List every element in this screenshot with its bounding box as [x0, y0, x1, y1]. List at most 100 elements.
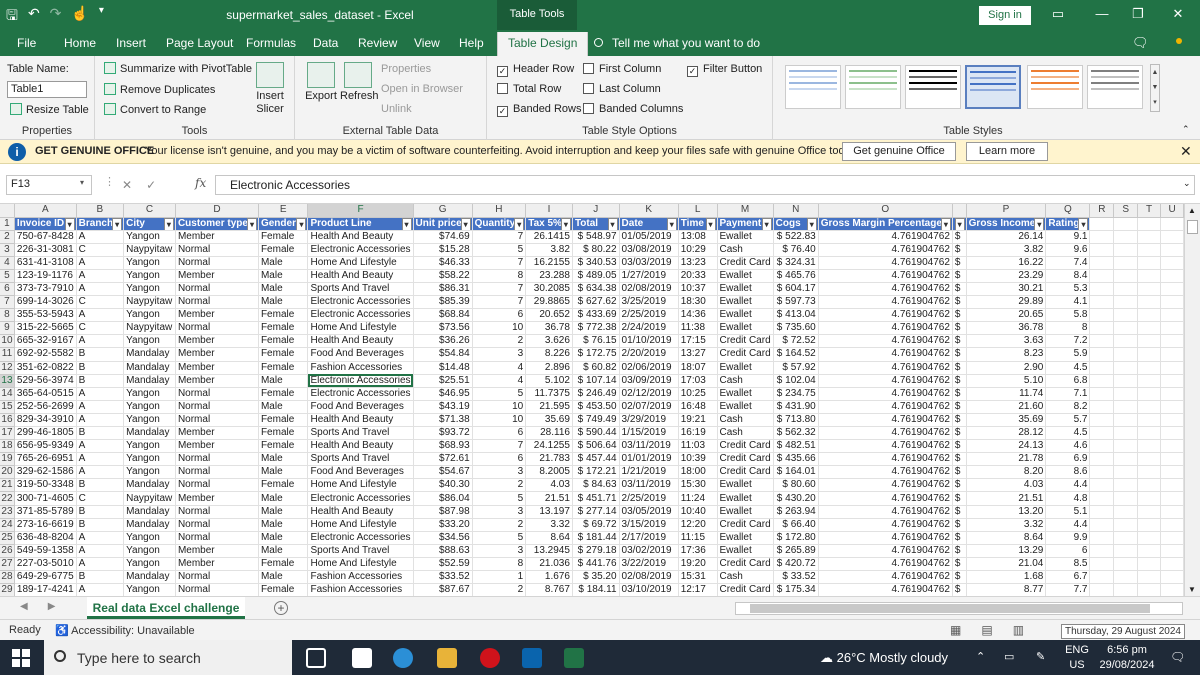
pivot-button[interactable]: Summarize with PivotTable	[104, 62, 252, 75]
table-cell[interactable]: $ 772.38	[572, 321, 620, 336]
empty-cell[interactable]	[1089, 531, 1115, 545]
table-cell[interactable]: 4.761904762	[818, 308, 953, 323]
table-cell[interactable]: Normal	[175, 256, 259, 270]
table-cell[interactable]: 4.761904762	[818, 347, 953, 362]
empty-cell[interactable]	[1137, 282, 1162, 297]
insert-function-icon[interactable]: fx	[195, 176, 206, 190]
weather-widget[interactable]: ☁ 26°C Mostly cloudy	[820, 650, 948, 666]
table-cell[interactable]: Female	[258, 478, 309, 493]
table-cell[interactable]: 7.4	[1045, 256, 1091, 270]
table-cell[interactable]: 8.77	[966, 583, 1047, 596]
table-cell[interactable]: 5.102	[525, 374, 573, 388]
table-cell[interactable]: Normal	[175, 452, 259, 467]
table-cell[interactable]: 16.22	[966, 256, 1047, 270]
accessibility-status[interactable]: ♿ Accessibility: Unavailable	[55, 624, 195, 637]
empty-cell[interactable]	[1137, 570, 1162, 585]
table-cell[interactable]: $	[952, 439, 967, 454]
empty-cell[interactable]	[1137, 374, 1162, 388]
battery-icon[interactable]: ▭	[1004, 650, 1014, 663]
table-cell[interactable]: Female	[258, 243, 309, 257]
table-cell[interactable]: Yangon	[123, 308, 176, 323]
table-cell[interactable]: Ewallet	[717, 505, 774, 519]
sheet-nav-arrows[interactable]: ◀▶	[20, 601, 75, 612]
empty-cell[interactable]	[1089, 347, 1115, 362]
empty-cell[interactable]	[1113, 439, 1138, 454]
table-cell[interactable]: 11.74	[966, 387, 1047, 401]
table-cell[interactable]: Male	[258, 465, 309, 480]
table-cell[interactable]: 03/08/2019	[619, 243, 679, 257]
table-cell[interactable]: $85.39	[413, 295, 473, 310]
table-cell[interactable]: Electronic Accessories	[307, 243, 414, 257]
table-cell[interactable]: $	[952, 321, 967, 336]
table-cell[interactable]: Member	[175, 491, 259, 506]
table-cell[interactable]: Cash	[717, 413, 774, 428]
row-header[interactable]: 15	[0, 400, 15, 414]
empty-cell[interactable]	[1113, 374, 1138, 388]
table-cell[interactable]: $	[952, 544, 967, 558]
table-cell[interactable]: 2/17/2019	[619, 531, 679, 545]
table-cell[interactable]: 6	[1045, 544, 1091, 558]
row-header[interactable]: 9	[0, 321, 15, 336]
table-cell[interactable]: 5	[472, 491, 527, 506]
table-cell[interactable]: $ 172.21	[572, 465, 620, 480]
table-cell[interactable]: Mandalay	[123, 518, 176, 532]
opera-icon[interactable]	[480, 648, 500, 668]
empty-cell[interactable]	[1089, 478, 1115, 493]
table-cell[interactable]: 5.3	[1045, 282, 1091, 297]
table-cell[interactable]: 8.5	[1045, 557, 1091, 572]
table-header-cell[interactable]: Gross Income	[966, 217, 1047, 231]
table-cell[interactable]: Sports And Travel	[307, 426, 414, 441]
empty-cell[interactable]	[1160, 321, 1184, 336]
table-cell[interactable]: 4.761904762	[818, 243, 953, 257]
table-cell[interactable]: Sports And Travel	[307, 452, 414, 467]
table-cell[interactable]: Mandalay	[123, 478, 176, 493]
table-cell[interactable]: $ 184.11	[572, 583, 620, 596]
table-cell[interactable]: 1.68	[966, 570, 1047, 585]
table-cell[interactable]: 4.761904762	[818, 230, 953, 244]
table-cell[interactable]: Yangon	[123, 531, 176, 545]
table-cell[interactable]: 30.21	[966, 282, 1047, 297]
table-cell[interactable]: $86.04	[413, 491, 473, 506]
table-cell[interactable]: 03/11/2019	[619, 439, 679, 454]
table-cell[interactable]: 02/12/2019	[619, 387, 679, 401]
table-cell[interactable]: 13.20	[966, 505, 1047, 519]
table-cell[interactable]: 11:03	[678, 439, 718, 454]
table-cell[interactable]: 10	[472, 321, 527, 336]
worksheet-grid[interactable]: ABCDEFGHIJKLMNOPQRSTU1Invoice IDBranchCi…	[0, 204, 1184, 596]
table-cell[interactable]: 6.9	[1045, 452, 1091, 467]
table-header-cell[interactable]: Unit price	[413, 217, 473, 231]
table-cell[interactable]: 02/08/2019	[619, 570, 679, 585]
table-cell[interactable]: 29.8865	[525, 295, 573, 310]
empty-cell[interactable]	[1137, 426, 1162, 441]
table-cell[interactable]: $ 634.38	[572, 282, 620, 297]
table-cell[interactable]: Cash	[717, 426, 774, 441]
table-cell[interactable]: Credit Card	[717, 557, 774, 572]
table-cell[interactable]: 19:21	[678, 413, 718, 428]
row-header[interactable]: 28	[0, 570, 15, 585]
empty-cell[interactable]	[1160, 531, 1184, 545]
table-header-cell[interactable]: Gross Margin Percentage	[818, 217, 953, 231]
table-cell[interactable]: $	[952, 413, 967, 428]
table-cell[interactable]: 1/21/2019	[619, 465, 679, 480]
table-cell[interactable]: 549-59-1358	[14, 544, 77, 558]
table-cell[interactable]: Health And Beauty	[307, 505, 414, 519]
empty-cell[interactable]	[1137, 230, 1162, 244]
table-cell[interactable]: $ 277.14	[572, 505, 620, 519]
table-cell[interactable]: 9.1	[1045, 230, 1091, 244]
table-cell[interactable]: 4.761904762	[818, 518, 953, 532]
table-cell[interactable]: $	[952, 570, 967, 585]
table-cell[interactable]: 4.761904762	[818, 334, 953, 349]
table-cell[interactable]: A	[76, 282, 125, 297]
table-cell[interactable]: $ 457.44	[572, 452, 620, 467]
table-cell[interactable]: 4.761904762	[818, 282, 953, 297]
table-cell[interactable]: Credit Card	[717, 439, 774, 454]
empty-cell[interactable]	[1089, 308, 1115, 323]
row-header[interactable]: 14	[0, 387, 15, 401]
table-cell[interactable]: $	[952, 583, 967, 596]
table-cell[interactable]: 4.761904762	[818, 570, 953, 585]
empty-cell[interactable]	[1160, 452, 1184, 467]
table-cell[interactable]: Home And Lifestyle	[307, 321, 414, 336]
table-cell[interactable]: $54.84	[413, 347, 473, 362]
table-cell[interactable]: $ 172.80	[773, 531, 819, 545]
table-cell[interactable]: 2.896	[525, 361, 573, 375]
